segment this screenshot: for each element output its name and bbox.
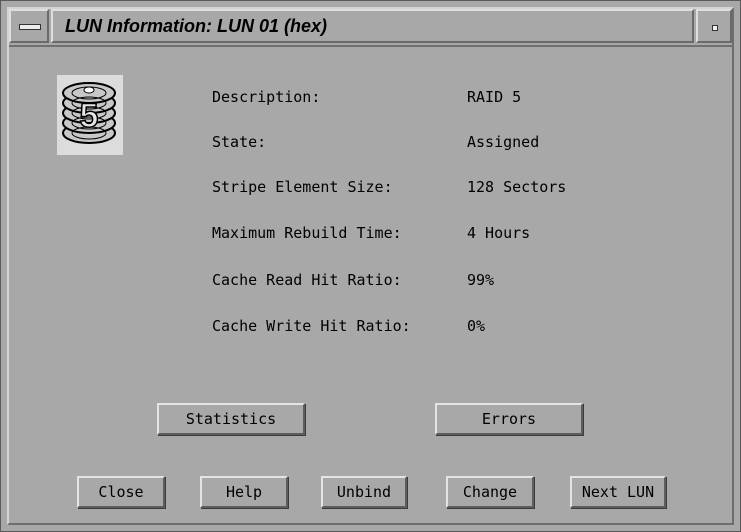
window-menu-button[interactable]: [9, 9, 49, 43]
next-lun-button[interactable]: Next LUN: [570, 476, 666, 508]
help-button[interactable]: Help: [200, 476, 288, 508]
minimize-button[interactable]: [696, 9, 732, 43]
stripe-size-label: Stripe Element Size:: [212, 178, 393, 196]
raid-level-label: 5: [80, 97, 99, 135]
window-title: LUN Information: LUN 01 (hex): [65, 16, 328, 36]
window-menu-icon: [19, 24, 41, 30]
rebuild-time-value: 4 Hours: [467, 224, 531, 242]
write-hit-ratio-value: 0%: [467, 317, 486, 335]
errors-button[interactable]: Errors: [435, 403, 583, 435]
raid5-disk-stack-icon: 5: [57, 75, 123, 155]
description-value: RAID 5: [467, 88, 522, 106]
rebuild-time-label: Maximum Rebuild Time:: [212, 224, 402, 242]
read-hit-ratio-label: Cache Read Hit Ratio:: [212, 271, 402, 289]
read-hit-ratio-value: 99%: [467, 271, 495, 289]
title-bar[interactable]: LUN Information: LUN 01 (hex): [9, 9, 732, 47]
statistics-button[interactable]: Statistics: [157, 403, 305, 435]
state-label: State:: [212, 133, 267, 151]
state-value: Assigned: [467, 133, 540, 151]
minimize-icon: [712, 25, 718, 31]
title-area[interactable]: LUN Information: LUN 01 (hex): [51, 9, 694, 43]
stripe-size-value: 128 Sectors: [467, 178, 567, 196]
unbind-button[interactable]: Unbind: [321, 476, 407, 508]
close-button[interactable]: Close: [77, 476, 165, 508]
lun-info-panel: 5 Description: RAID 5 State: Assigned St…: [9, 47, 732, 525]
change-button[interactable]: Change: [446, 476, 534, 508]
lun-information-window: LUN Information: LUN 01 (hex) 5 Descript…: [0, 0, 741, 532]
write-hit-ratio-label: Cache Write Hit Ratio:: [212, 317, 411, 335]
description-label: Description:: [212, 88, 321, 106]
